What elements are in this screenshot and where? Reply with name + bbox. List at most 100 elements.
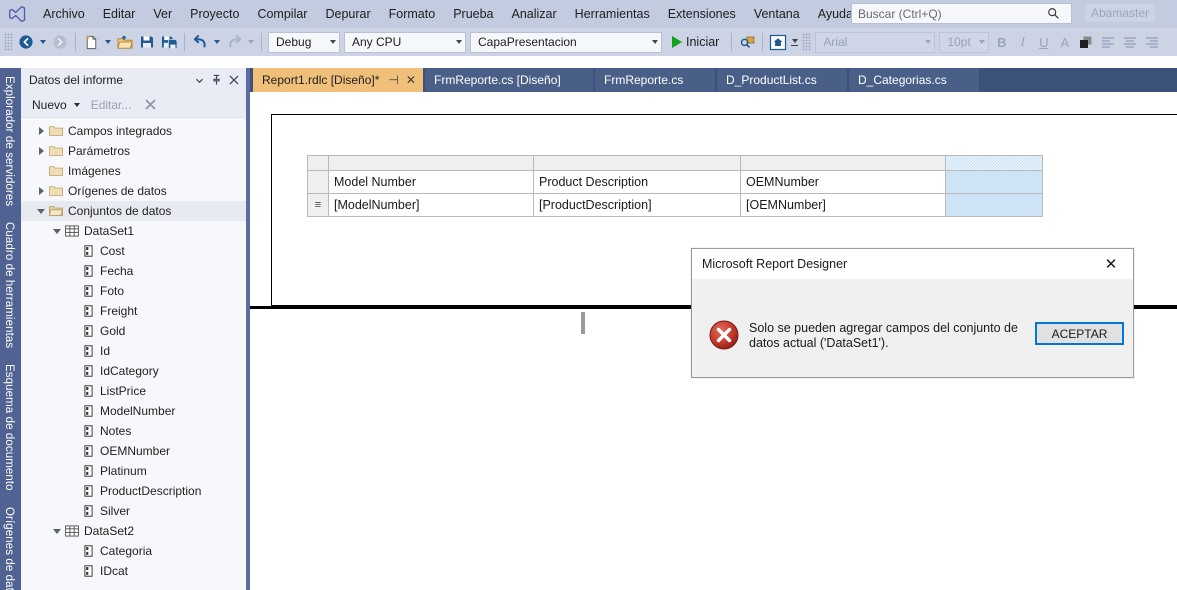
menu-prueba[interactable]: Prueba [444, 2, 502, 26]
tree-node[interactable]: Parámetros [21, 141, 246, 161]
header-cell-product-description[interactable]: Product Description [533, 170, 741, 194]
font-family-combo[interactable]: Arial [815, 31, 936, 53]
save-all-icon[interactable] [158, 31, 180, 53]
tree-node[interactable]: Orígenes de datos [21, 181, 246, 201]
tree-node[interactable]: Foto [21, 281, 246, 301]
tree-node[interactable]: Imágenes [21, 161, 246, 181]
chevron-down-icon[interactable] [191, 71, 208, 89]
tree-node[interactable]: Conjuntos de datos [21, 201, 246, 221]
tree-node[interactable]: ListPrice [21, 381, 246, 401]
underline-button[interactable]: U [1033, 31, 1054, 53]
tree-node[interactable]: OEMNumber [21, 441, 246, 461]
document-tab-1[interactable]: FrmReporte.cs [Diseño] [425, 68, 593, 92]
sidebar-item-origenes-de-datos[interactable]: Orígenes de datos [0, 499, 18, 590]
chevron-down-icon[interactable] [73, 102, 80, 107]
italic-button[interactable]: I [1012, 31, 1033, 53]
new-project-icon[interactable] [80, 31, 102, 53]
header-cell-empty-selected[interactable] [945, 170, 1043, 194]
detail-cell-oemnumber[interactable]: [OEMNumber] [740, 193, 946, 217]
navigate-forward-icon[interactable] [49, 31, 71, 53]
chevron-right-icon[interactable] [35, 141, 47, 161]
save-file-icon[interactable] [136, 31, 158, 53]
tablix-column-handle-row[interactable] [307, 155, 1043, 171]
document-tab-3[interactable]: D_ProductList.cs [717, 68, 847, 92]
menu-ver[interactable]: Ver [144, 2, 181, 26]
search-input[interactable] [852, 5, 1042, 22]
quick-launch-search[interactable] [851, 3, 1072, 24]
column-handle-1[interactable] [328, 155, 534, 171]
tree-node[interactable]: Id [21, 341, 246, 361]
row-handle-detail[interactable]: ≡ [307, 193, 329, 217]
menu-analizar[interactable]: Analizar [503, 2, 566, 26]
menu-archivo[interactable]: Archivo [34, 2, 94, 26]
sidebar-item-esquema-de-documento[interactable]: Esquema de documento [0, 356, 18, 499]
chevron-right-icon[interactable] [35, 181, 47, 201]
open-file-icon[interactable] [114, 31, 136, 53]
report-data-tree[interactable]: Campos integrados Parámetros Imágenes Oríge… [21, 118, 246, 590]
tree-node[interactable]: Freight [21, 301, 246, 321]
undo-icon[interactable] [189, 31, 211, 53]
document-tab-2[interactable]: FrmReporte.cs [595, 68, 715, 92]
tree-node[interactable]: DataSet2 [21, 521, 246, 541]
header-cell-model-number[interactable]: Model Number [328, 170, 534, 194]
fill-color-icon[interactable] [1075, 31, 1097, 53]
sidebar-item-cuadro-de-herramientas[interactable]: Cuadro de herramientas [0, 214, 18, 356]
tab-close-icon[interactable]: ✕ [406, 74, 416, 86]
column-handle-2[interactable] [533, 155, 741, 171]
toolbar-overflow-button[interactable] [789, 30, 800, 54]
tree-node[interactable]: Gold [21, 321, 246, 341]
menu-extensiones[interactable]: Extensiones [659, 2, 745, 26]
tree-node[interactable]: IDcat [21, 561, 246, 581]
tree-node[interactable]: Platinum [21, 461, 246, 481]
tree-node[interactable]: ProductDescription [21, 481, 246, 501]
delete-x-icon[interactable] [142, 96, 159, 114]
redo-icon[interactable] [223, 31, 245, 53]
detail-cell-empty-selected[interactable] [945, 193, 1043, 217]
table-detail-row[interactable]: ≡ [ModelNumber] [ProductDescription] [OE… [307, 193, 1043, 217]
menu-editar[interactable]: Editar [94, 2, 145, 26]
solution-configuration-combo[interactable]: Debug [268, 31, 340, 53]
dialog-ok-button[interactable]: ACEPTAR [1035, 322, 1124, 345]
sidebar-item-explorador-de-servidores[interactable]: Explorador de servidores [0, 68, 18, 214]
chevron-down-icon[interactable] [51, 521, 63, 541]
tree-node[interactable]: IdCategory [21, 361, 246, 381]
format-toolbar-grip[interactable] [802, 33, 812, 51]
align-center-icon[interactable] [1119, 31, 1141, 53]
edit-button[interactable]: Editar... [88, 96, 135, 114]
tree-node[interactable]: ModelNumber [21, 401, 246, 421]
tree-node[interactable]: Campos integrados [21, 121, 246, 141]
close-icon[interactable]: ✕ [1089, 249, 1133, 279]
tree-node[interactable]: DataSet1 [21, 221, 246, 241]
tablix-corner-handle[interactable] [307, 155, 329, 171]
tree-node[interactable]: Categoria [21, 541, 246, 561]
align-left-icon[interactable] [1097, 31, 1119, 53]
pin-icon[interactable] [208, 71, 225, 89]
bold-button[interactable]: B [991, 31, 1012, 53]
start-debug-button[interactable]: Iniciar [668, 33, 727, 51]
tree-node[interactable]: Cost [21, 241, 246, 261]
startup-project-combo[interactable]: CapaPresentacion [470, 31, 662, 53]
menu-proyecto[interactable]: Proyecto [181, 2, 248, 26]
tree-node[interactable]: Fecha [21, 261, 246, 281]
font-color-button[interactable]: A [1054, 31, 1075, 53]
tree-node[interactable]: Silver [21, 501, 246, 521]
align-right-icon[interactable] [1141, 31, 1163, 53]
menu-compilar[interactable]: Compilar [248, 2, 316, 26]
row-handle-header[interactable] [307, 170, 329, 194]
chevron-down-icon[interactable] [51, 221, 63, 241]
attach-to-process-icon[interactable] [736, 31, 758, 53]
chevron-down-icon[interactable] [35, 201, 47, 221]
menu-herramientas[interactable]: Herramientas [566, 2, 659, 26]
solution-platform-combo[interactable]: Any CPU [344, 31, 466, 53]
detail-cell-productdescription[interactable]: [ProductDescription] [533, 193, 741, 217]
document-tab-4[interactable]: D_Categorias.cs [849, 68, 979, 92]
navigate-backward-icon[interactable] [15, 31, 37, 53]
menu-formato[interactable]: Formato [380, 2, 445, 26]
toolbar-grip-handle[interactable] [4, 33, 13, 51]
undo-dropdown[interactable] [211, 31, 223, 53]
menu-ventana[interactable]: Ventana [745, 2, 809, 26]
new-menu-button[interactable]: Nuevo [29, 96, 70, 114]
document-tab-0[interactable]: Report1.rdlc [Diseño]* ⊣ ✕ [253, 68, 423, 92]
redo-dropdown[interactable] [245, 31, 257, 53]
font-size-combo[interactable]: 10pt [939, 31, 990, 53]
